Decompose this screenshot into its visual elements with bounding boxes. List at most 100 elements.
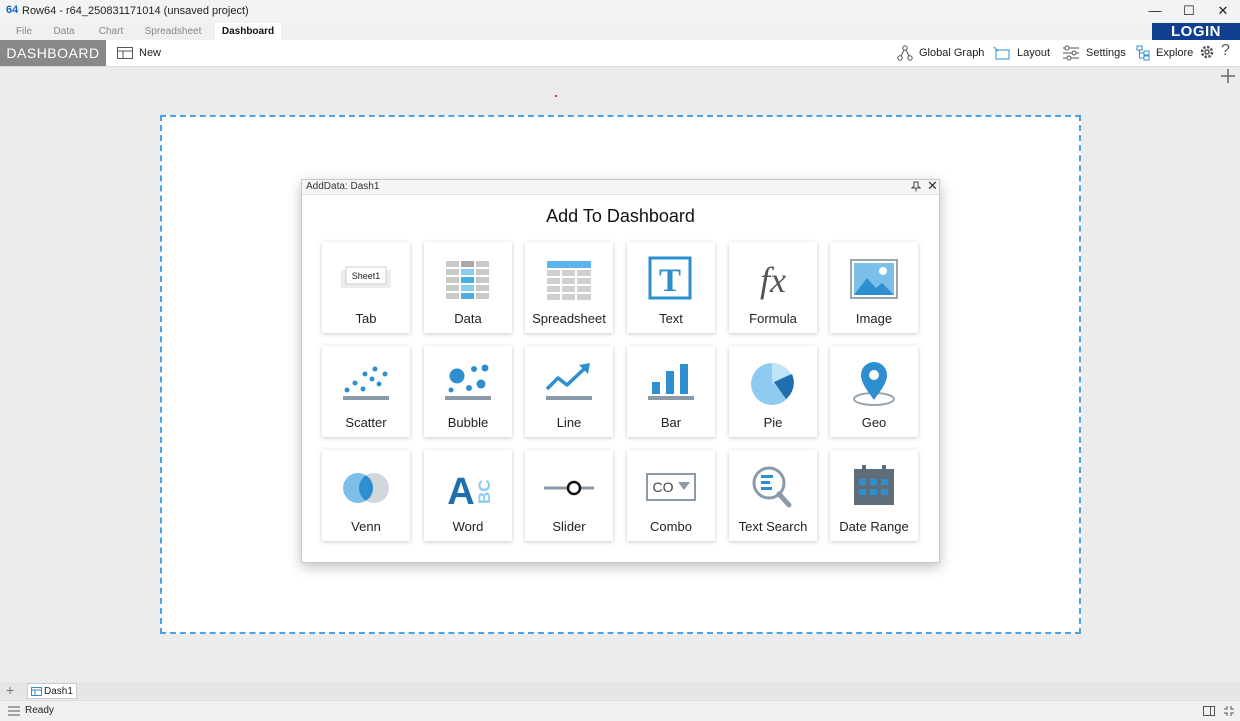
add-bar-tile[interactable]: Bar — [627, 346, 715, 437]
tile-label: Data — [454, 311, 482, 326]
add-sheet-plus-icon[interactable]: + — [6, 682, 14, 699]
word-icon-letter: A — [447, 471, 474, 510]
tab-icon-text: Sheet1 — [352, 271, 381, 281]
tile-label: Spreadsheet — [532, 311, 606, 326]
tab-file[interactable]: File — [8, 23, 40, 40]
dashboard-toolbar: DASHBOARD New Global Graph Layout Settin… — [0, 40, 1240, 67]
minimize-button[interactable]: — — [1138, 0, 1172, 23]
text-icon: T — [648, 256, 692, 300]
add-line-tile[interactable]: Line — [525, 346, 613, 437]
tile-label: Tab — [355, 311, 377, 326]
data-table-icon — [446, 261, 489, 299]
add-formula-tile[interactable]: fx Formula — [729, 242, 817, 333]
sliders-icon — [1063, 45, 1079, 61]
add-combo-tile[interactable]: CO Combo — [627, 450, 715, 541]
gear-icon[interactable] — [1199, 44, 1215, 60]
maximize-button[interactable]: ☐ — [1172, 0, 1206, 23]
tile-label: Image — [855, 311, 893, 326]
panel-toggle-icon[interactable] — [1203, 706, 1215, 716]
add-date-range-tile[interactable]: Date Range — [830, 450, 918, 541]
new-label: New — [139, 47, 162, 59]
add-image-tile[interactable]: Image — [830, 242, 918, 333]
bubble-icon — [445, 364, 491, 400]
map-pin-icon — [853, 362, 895, 406]
add-pie-tile[interactable]: Pie — [729, 346, 817, 437]
add-bubble-tile[interactable]: Bubble — [424, 346, 512, 437]
layout-label: Layout — [1017, 47, 1051, 59]
text-icon-glyph: T — [659, 263, 681, 299]
sheet-tab-bar: + Dash1 — [0, 682, 1240, 699]
login-button[interactable]: LOGIN — [1152, 23, 1240, 40]
tile-label: Word — [452, 519, 484, 534]
add-data-tile[interactable]: Data — [424, 242, 512, 333]
tile-label: Combo — [650, 519, 692, 534]
global-graph-label: Global Graph — [919, 47, 985, 59]
tab-spreadsheet[interactable]: Spreadsheet — [140, 23, 206, 40]
close-window-button[interactable]: ✕ — [1206, 0, 1240, 23]
dialog-close-icon[interactable]: ✕ — [927, 178, 938, 194]
collapse-icon[interactable] — [1223, 705, 1235, 717]
settings-label: Settings — [1086, 47, 1126, 59]
dashboard-mode-label: DASHBOARD — [0, 40, 106, 66]
window-title: Row64 - r64_250831171014 (unsaved projec… — [22, 5, 249, 17]
dashboard-tab-icon — [31, 686, 42, 696]
add-to-dashboard-dialog: AddData: Dash1 ✕ Add To Dashboard Sheet1… — [301, 178, 940, 563]
pin-icon[interactable] — [911, 181, 921, 192]
add-venn-tile[interactable]: Venn — [322, 450, 410, 541]
add-scatter-tile[interactable]: Scatter — [322, 346, 410, 437]
explore-tree-icon — [1136, 45, 1150, 61]
graph-nodes-icon — [897, 45, 913, 61]
add-slider-tile[interactable]: Slider — [525, 450, 613, 541]
tab-dashboard[interactable]: Dashboard — [215, 23, 281, 40]
tile-label: Scatter — [345, 415, 387, 430]
explore-button[interactable]: Explore — [1136, 40, 1193, 66]
tab-chart[interactable]: Chart — [92, 23, 130, 40]
formula-icon: fx — [760, 260, 786, 300]
dashboard-layout-icon — [117, 47, 133, 59]
line-chart-icon — [545, 363, 592, 400]
formula-icon-glyph: fx — [760, 260, 786, 300]
add-text-search-tile[interactable]: Text Search — [729, 450, 817, 541]
dash1-tab[interactable]: Dash1 — [27, 683, 77, 699]
pie-chart-icon — [751, 363, 794, 405]
window-titlebar: 64 Row64 - r64_250831171014 (unsaved pro… — [0, 0, 1240, 23]
word-icon: A BC — [447, 471, 493, 510]
add-word-tile[interactable]: A BC Word — [424, 450, 512, 541]
new-button[interactable]: New — [117, 40, 161, 66]
combo-icon-text: CO — [653, 479, 674, 495]
layout-button[interactable]: Layout — [993, 40, 1050, 66]
add-text-tile[interactable]: T Text — [627, 242, 715, 333]
add-spreadsheet-tile[interactable]: Spreadsheet — [525, 242, 613, 333]
layout-icon — [993, 46, 1010, 60]
dash1-tab-label: Dash1 — [44, 685, 73, 697]
slider-icon — [544, 480, 594, 496]
text-search-icon — [752, 466, 792, 508]
add-geo-tile[interactable]: Geo — [830, 346, 918, 437]
dialog-heading: Add To Dashboard — [546, 206, 695, 226]
app-logo-icon: 64 — [6, 4, 19, 16]
status-text: Ready — [25, 705, 54, 716]
explore-label: Explore — [1156, 47, 1194, 59]
tile-label: Pie — [763, 415, 783, 430]
status-list-icon — [8, 706, 20, 716]
tile-label: Line — [556, 415, 582, 430]
add-tab-tile[interactable]: Sheet1 Tab — [322, 242, 410, 333]
tile-label: Bar — [660, 415, 682, 430]
tile-label: Text Search — [738, 519, 808, 534]
tile-label: Formula — [749, 311, 797, 326]
settings-button[interactable]: Settings — [1062, 40, 1126, 66]
tab-icon: Sheet1 — [341, 266, 391, 288]
move-crosshair-icon[interactable] — [1220, 68, 1236, 84]
dialog-title: AddData: Dash1 — [306, 181, 380, 192]
global-graph-button[interactable]: Global Graph — [897, 40, 984, 66]
image-icon — [850, 259, 898, 299]
tile-label: Geo — [861, 415, 887, 430]
calendar-icon — [854, 465, 894, 505]
status-bar: Ready — [0, 700, 1240, 721]
dialog-header: AddData: Dash1 ✕ — [302, 178, 939, 195]
help-icon[interactable]: ? — [1221, 42, 1230, 60]
tab-data[interactable]: Data — [48, 23, 80, 40]
scatter-icon — [343, 366, 389, 400]
tile-label: Date Range — [839, 519, 909, 534]
bar-chart-icon — [648, 364, 694, 400]
